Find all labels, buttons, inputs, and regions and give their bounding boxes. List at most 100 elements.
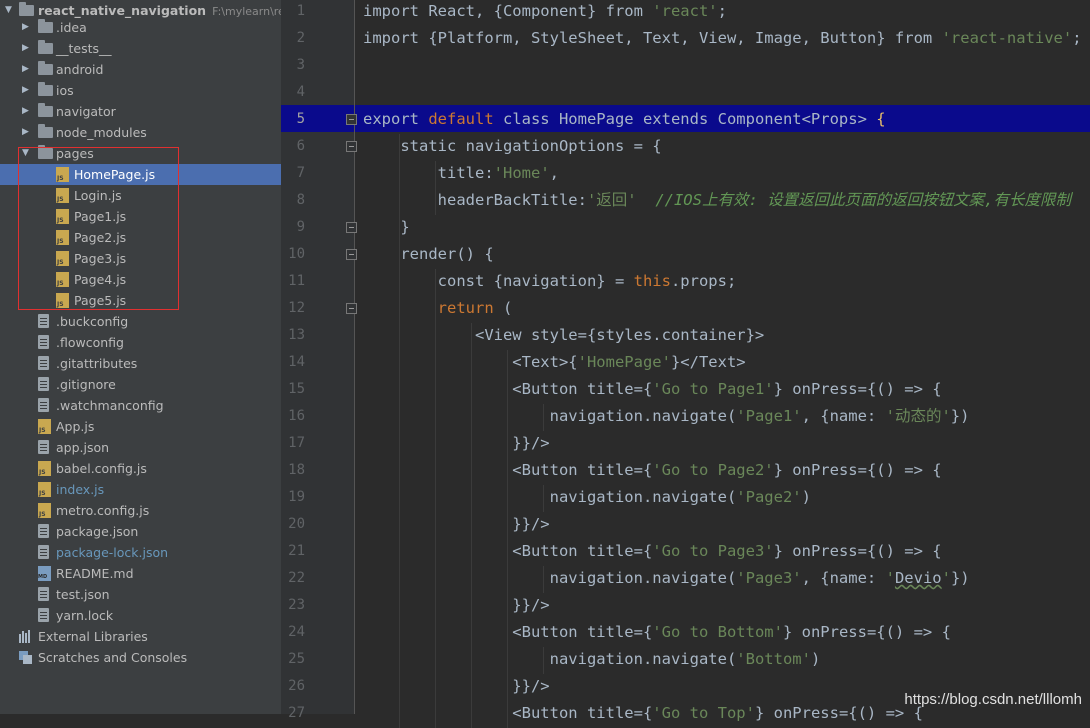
code-line[interactable]: navigation.navigate('Page1', {name: '动态的…: [363, 404, 970, 431]
folder-icon: [38, 61, 53, 75]
line-number: 21: [288, 543, 305, 559]
tree-item[interactable]: index.js: [0, 479, 281, 500]
tree-item[interactable]: app.json: [0, 437, 281, 458]
tree-item[interactable]: Page2.js: [0, 227, 281, 248]
external-libraries[interactable]: External Libraries: [0, 626, 281, 647]
chevron-down-icon[interactable]: ▼: [22, 148, 32, 158]
code-line[interactable]: }}/>: [363, 593, 549, 620]
tree-item[interactable]: yarn.lock: [0, 605, 281, 626]
tree-item[interactable]: ▶ navigator: [0, 101, 281, 122]
tree-item[interactable]: ▶ __tests__: [0, 38, 281, 59]
code-line[interactable]: <Button title={'Go to Bottom'} onPress={…: [363, 620, 951, 647]
fold-marker-icon[interactable]: [346, 141, 357, 152]
tree-item[interactable]: ▶ ios: [0, 80, 281, 101]
scratches-and-consoles[interactable]: Scratches and Consoles: [0, 647, 281, 668]
code-line[interactable]: return (: [363, 296, 513, 323]
tree-item[interactable]: ▶ android: [0, 59, 281, 80]
code-line[interactable]: }}/>: [363, 512, 549, 539]
code-line[interactable]: headerBackTitle:'返回' //IOS上有效: 设置返回此页面的返…: [363, 188, 1071, 215]
tree-item-label: package.json: [56, 524, 139, 539]
folder-icon: [19, 2, 34, 16]
line-number: 10: [288, 246, 305, 262]
tree-item[interactable]: README.md: [0, 563, 281, 584]
tree-item[interactable]: Login.js: [0, 185, 281, 206]
line-number: 27: [288, 705, 305, 721]
code-line[interactable]: render() {: [363, 242, 493, 269]
code-line[interactable]: import React, {Component} from 'react';: [363, 0, 727, 26]
tree-item[interactable]: Page5.js: [0, 290, 281, 311]
tree-item[interactable]: ▶ node_modules: [0, 122, 281, 143]
chevron-right-icon[interactable]: ▶: [22, 43, 32, 53]
fold-marker-icon[interactable]: [346, 222, 357, 233]
tree-item-label: .flowconfig: [56, 335, 124, 350]
tree-item[interactable]: .buckconfig: [0, 311, 281, 332]
code-line[interactable]: const {navigation} = this.props;: [363, 269, 737, 296]
chevron-right-icon[interactable]: ▶: [22, 64, 32, 74]
tree-item[interactable]: .gitattributes: [0, 353, 281, 374]
tree-item[interactable]: .watchmanconfig: [0, 395, 281, 416]
fold-marker-icon[interactable]: [346, 249, 357, 260]
chevron-right-icon[interactable]: ▶: [22, 106, 32, 116]
line-number: 12: [288, 300, 305, 316]
code-line[interactable]: navigation.navigate('Bottom'): [363, 647, 821, 674]
file-icon: [38, 545, 49, 559]
tree-item-label: .idea: [56, 20, 87, 35]
code-line[interactable]: title:'Home',: [363, 161, 559, 188]
tree-item-label: .watchmanconfig: [56, 398, 164, 413]
code-line[interactable]: <Text>{'HomePage'}</Text>: [363, 350, 745, 377]
tree-item[interactable]: package-lock.json: [0, 542, 281, 563]
library-icon: [19, 630, 33, 643]
line-number: 2: [296, 30, 305, 46]
line-number: 25: [288, 651, 305, 667]
tree-item[interactable]: .flowconfig: [0, 332, 281, 353]
code-line[interactable]: <Button title={'Go to Page2'} onPress={(…: [363, 458, 941, 485]
line-number: 26: [288, 678, 305, 694]
tree-item-label: test.json: [56, 587, 110, 602]
tree-item[interactable]: ▶ .idea: [0, 17, 281, 38]
code-line[interactable]: import {Platform, StyleSheet, Text, View…: [363, 26, 1082, 53]
js-file-icon: [38, 482, 51, 497]
project-tree[interactable]: ▼ react_native_navigationF:\mylearn\reac…: [0, 0, 281, 714]
code-line[interactable]: <Button title={'Go to Top'} onPress={() …: [363, 701, 923, 728]
line-number: 1: [296, 3, 305, 19]
line-number: 20: [288, 516, 305, 532]
markdown-file-icon: [38, 566, 51, 581]
code-line[interactable]: static navigationOptions = {: [363, 134, 661, 161]
tree-item[interactable]: .gitignore: [0, 374, 281, 395]
tree-item-label: .gitignore: [56, 377, 116, 392]
fold-marker-icon[interactable]: [346, 114, 357, 125]
tree-item[interactable]: Page4.js: [0, 269, 281, 290]
js-file-icon: [56, 167, 69, 182]
file-icon: [38, 377, 49, 391]
tree-item-label: ios: [56, 83, 74, 98]
chevron-right-icon[interactable]: ▶: [22, 85, 32, 95]
code-line[interactable]: <Button title={'Go to Page3'} onPress={(…: [363, 539, 941, 566]
tree-item[interactable]: Page3.js: [0, 248, 281, 269]
chevron-right-icon[interactable]: ▶: [22, 127, 32, 137]
tree-item[interactable]: ▼ pages: [0, 143, 281, 164]
code-line[interactable]: }: [363, 215, 409, 242]
file-icon: [38, 314, 49, 328]
code-line[interactable]: }}/>: [363, 674, 549, 701]
file-icon: [38, 587, 49, 601]
tree-item[interactable]: package.json: [0, 521, 281, 542]
code-line[interactable]: <Button title={'Go to Page1'} onPress={(…: [363, 377, 941, 404]
chevron-right-icon[interactable]: ▶: [22, 22, 32, 32]
tree-item[interactable]: Page1.js: [0, 206, 281, 227]
line-number: 9: [296, 219, 305, 235]
js-file-icon: [56, 230, 69, 245]
code-line[interactable]: }}/>: [363, 431, 549, 458]
tree-item[interactable]: HomePage.js: [0, 164, 281, 185]
tree-item[interactable]: test.json: [0, 584, 281, 605]
tree-item[interactable]: App.js: [0, 416, 281, 437]
fold-marker-icon[interactable]: [346, 303, 357, 314]
code-line[interactable]: export default class HomePage extends Co…: [363, 107, 886, 134]
tree-item[interactable]: babel.config.js: [0, 458, 281, 479]
code-line[interactable]: <View style={styles.container}>: [363, 323, 764, 350]
chevron-down-icon[interactable]: ▼: [5, 5, 15, 15]
code-line[interactable]: navigation.navigate('Page2'): [363, 485, 811, 512]
tree-item[interactable]: metro.config.js: [0, 500, 281, 521]
project-name: react_native_navigation: [38, 3, 207, 18]
js-file-icon: [56, 272, 69, 287]
code-line[interactable]: navigation.navigate('Page3', {name: 'Dev…: [363, 566, 970, 593]
